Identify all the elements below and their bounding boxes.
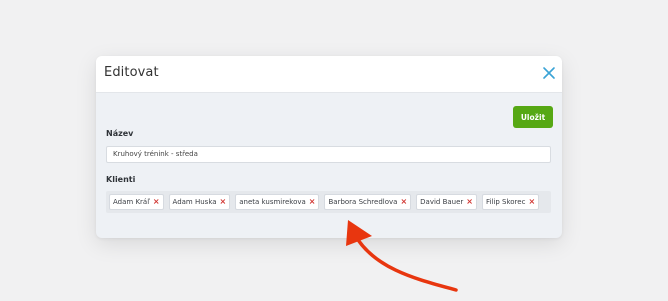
remove-icon[interactable]: × [153, 198, 160, 206]
client-tag-label: Adam Huska [172, 198, 217, 206]
client-tag: David Bauer × [416, 194, 477, 210]
remove-icon[interactable]: × [220, 198, 227, 206]
save-button[interactable]: Uložit [513, 106, 553, 128]
dialog-header: Editovat [96, 56, 562, 93]
client-tag-label: aneta kusmirekova [239, 198, 306, 206]
close-button[interactable] [541, 65, 557, 81]
client-tag: Filip Skorec × [482, 194, 540, 210]
client-tag: aneta kusmirekova × [235, 194, 320, 210]
annotation-arrow-icon [346, 220, 458, 292]
client-tag-label: Barbora Schredlova [328, 198, 398, 206]
edit-dialog: Editovat Uložit Název Klienti Adam Kráľ … [96, 56, 562, 238]
remove-icon[interactable]: × [400, 198, 407, 206]
remove-icon[interactable]: × [309, 198, 316, 206]
clients-label: Klienti [106, 175, 136, 184]
client-tag: Barbora Schredlova × [324, 194, 412, 210]
dialog-title: Editovat [104, 65, 159, 80]
clients-tag-input[interactable]: Adam Kráľ × Adam Huska × aneta kusmireko… [106, 191, 551, 213]
remove-icon[interactable]: × [466, 198, 473, 206]
client-tag-label: Filip Skorec [486, 198, 526, 206]
client-tag-label: Adam Kráľ [113, 198, 150, 206]
close-icon [543, 67, 555, 79]
name-label: Název [106, 129, 134, 138]
client-tag-label: David Bauer [420, 198, 464, 206]
name-input[interactable] [106, 146, 551, 163]
client-tag: Adam Huska × [168, 194, 231, 210]
remove-icon[interactable]: × [528, 198, 535, 206]
client-tag: Adam Kráľ × [109, 194, 164, 210]
